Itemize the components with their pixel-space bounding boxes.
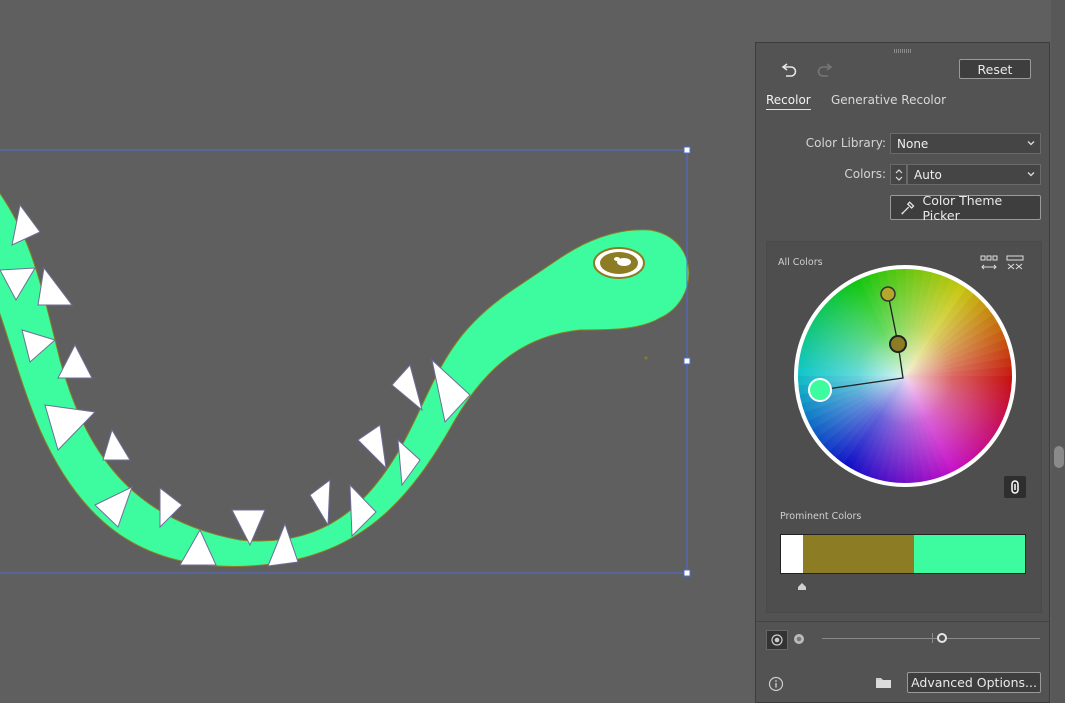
panel-grip[interactable] [894, 49, 912, 53]
color-library-label: Color Library: [805, 136, 886, 150]
prominent-color-swatch[interactable] [913, 535, 1025, 573]
colors-label: Colors: [844, 167, 886, 181]
color-theme-picker-label: Color Theme Picker [922, 192, 1003, 223]
chevron-down-icon [1027, 172, 1035, 177]
color-library-dropdown[interactable]: None [890, 133, 1041, 154]
chevron-down-icon [1027, 141, 1035, 146]
link-icon [1011, 480, 1019, 494]
folder-icon[interactable] [875, 674, 893, 690]
colors-stepper[interactable] [890, 164, 907, 185]
colors-value: Auto [914, 167, 942, 182]
colors-dropdown[interactable]: Auto [907, 164, 1041, 185]
recolor-panel: Reset Recolor Generative Recolor Color L… [755, 42, 1050, 703]
prominent-color-swatch[interactable] [781, 535, 803, 573]
saturation-slider-knob[interactable] [936, 633, 947, 643]
reset-button[interactable]: Reset [959, 59, 1031, 79]
snake-stripes [0, 203, 471, 567]
tab-generative-recolor[interactable]: Generative Recolor [831, 93, 946, 107]
info-icon[interactable] [768, 676, 784, 692]
center-point-marker [644, 356, 648, 360]
link-harmony-colors-button[interactable] [1004, 476, 1026, 498]
color-theme-picker-button[interactable]: Color Theme Picker [890, 192, 1041, 223]
color-wheel[interactable] [793, 264, 1017, 488]
prominent-color-swatch[interactable] [802, 535, 914, 573]
swatch-divider-handle[interactable] [798, 575, 806, 590]
vertical-scrollbar[interactable] [1051, 0, 1065, 703]
undo-icon[interactable] [778, 61, 800, 81]
advanced-options-button[interactable]: Advanced Options... [907, 672, 1041, 693]
color-library-value: None [897, 136, 929, 151]
divider [756, 621, 1049, 622]
color-handle[interactable] [880, 286, 896, 302]
redo-icon[interactable] [814, 61, 836, 81]
saturation-slider-track[interactable] [822, 638, 1040, 639]
saturation-mode-button[interactable] [766, 630, 788, 650]
snake-artwork[interactable] [0, 180, 690, 567]
prominent-colors-label: Prominent Colors [780, 511, 862, 522]
prominent-colors-bar[interactable] [780, 534, 1026, 574]
slider-midpoint-tick [932, 633, 933, 643]
tab-recolor[interactable]: Recolor [766, 93, 811, 110]
color-handle[interactable] [889, 335, 907, 353]
scrollbar-thumb[interactable] [1054, 446, 1064, 468]
brightness-mode-button[interactable] [789, 630, 811, 650]
base-color-handle[interactable] [808, 378, 832, 402]
eyedropper-icon [901, 200, 915, 214]
snake-eye [593, 247, 645, 279]
